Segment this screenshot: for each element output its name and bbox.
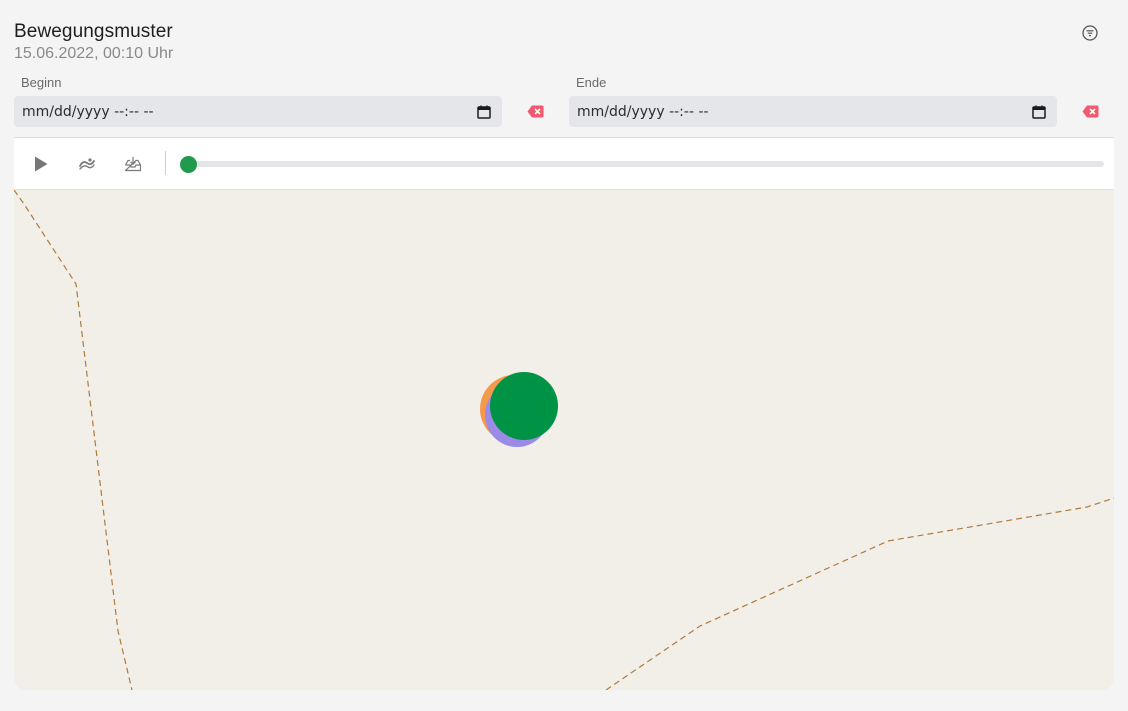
page-subtitle: 15.06.2022, 00:10 Uhr <box>14 45 174 62</box>
start-calendar-button[interactable] <box>476 104 492 120</box>
play-button[interactable] <box>28 152 54 176</box>
end-date-input[interactable]: mm/dd/yyyy --:-- -- <box>569 96 1057 127</box>
backspace-x-icon <box>1082 105 1098 117</box>
timeline-thumb[interactable] <box>180 156 197 173</box>
boundary-line-south <box>605 497 1114 690</box>
route-button[interactable] <box>74 152 100 176</box>
timeline-slider[interactable] <box>180 156 1104 173</box>
page-title: Bewegungsmuster <box>14 21 173 42</box>
clear-end-button[interactable] <box>1081 102 1099 120</box>
play-icon <box>35 156 48 172</box>
start-date-input[interactable]: mm/dd/yyyy --:-- -- <box>14 96 502 127</box>
location-marker-green[interactable] <box>490 372 558 440</box>
end-date-value: mm/dd/yyyy --:-- -- <box>577 103 709 120</box>
map-canvas[interactable] <box>14 189 1114 690</box>
boundary-line-west <box>14 189 133 690</box>
end-date-label: Ende <box>576 75 607 90</box>
backspace-x-icon <box>527 105 543 117</box>
start-date-value: mm/dd/yyyy --:-- -- <box>22 103 154 120</box>
calendar-icon <box>477 105 491 119</box>
filter-icon <box>1082 25 1098 41</box>
clear-start-button[interactable] <box>526 102 544 120</box>
playback-toolbar <box>14 138 1114 190</box>
filter-button[interactable] <box>1081 24 1099 42</box>
map-layer <box>14 189 1114 690</box>
route-icon <box>79 158 95 170</box>
export-button[interactable] <box>120 152 146 176</box>
toolbar-divider <box>165 151 166 175</box>
inbox-download-icon <box>124 157 142 172</box>
map-panel <box>14 137 1114 690</box>
start-date-label: Beginn <box>21 75 62 90</box>
end-calendar-button[interactable] <box>1031 104 1047 120</box>
calendar-icon <box>1032 105 1046 119</box>
